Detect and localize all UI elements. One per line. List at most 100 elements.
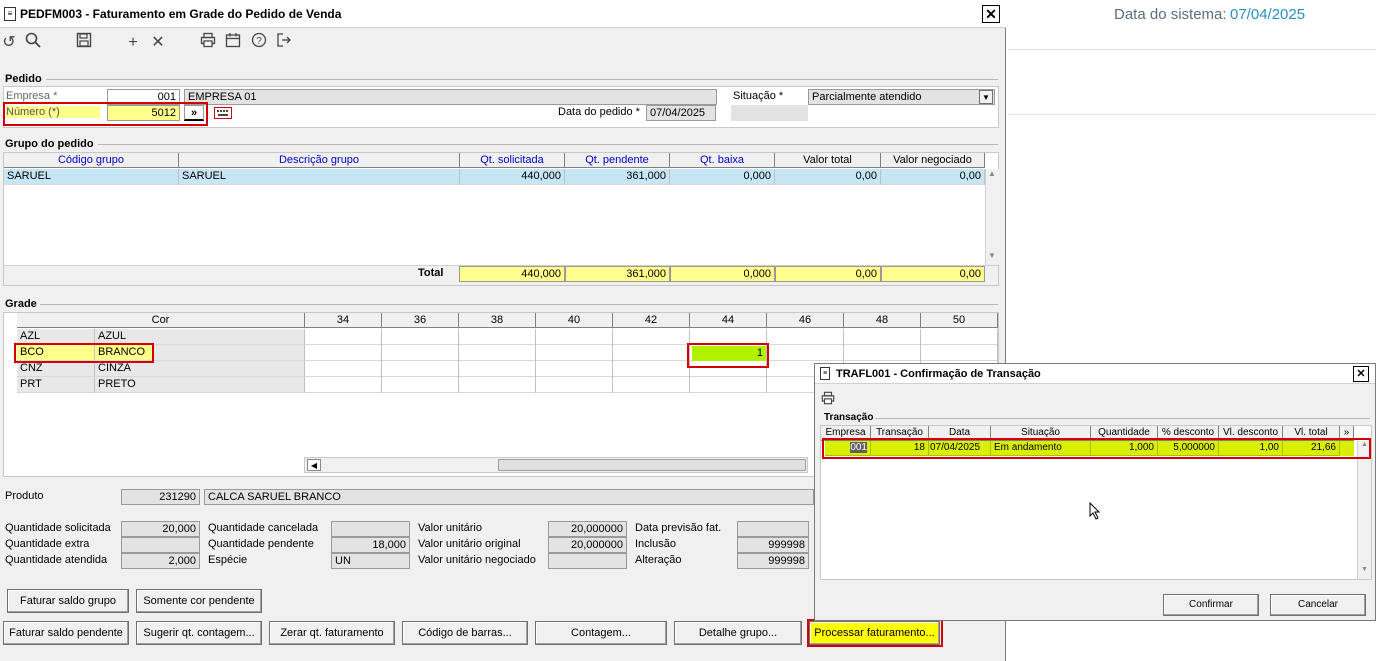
grupo-header-qt-baixa[interactable]: Qt. baixa (670, 153, 775, 168)
grade-header-size-50[interactable]: 50 (921, 313, 998, 328)
grupo-header-codigo[interactable]: Código grupo (4, 153, 179, 168)
situacao-select[interactable]: Parcialmente atendido (808, 89, 995, 105)
keyboard-icon[interactable] (214, 107, 232, 119)
somente-cor-pendente-button[interactable]: Somente cor pendente (136, 589, 262, 613)
total-qt-baixa: 0,000 (670, 266, 775, 282)
qt-solicitada-field: 20,000 (121, 521, 200, 537)
valor-original-label: Valor unitário original (418, 538, 521, 550)
confirmation-dialog: ≡ TRAFL001 - Confirmação de Transação ✕ … (814, 363, 1376, 621)
empresa-name-field: EMPRESA 01 (184, 89, 717, 105)
scroll-thumb[interactable] (498, 459, 806, 471)
grupo-cell-valor-negociado: 0,00 (881, 169, 985, 185)
alteracao-label: Alteração (635, 554, 682, 566)
grade-header-size-36[interactable]: 36 (382, 313, 459, 328)
grupo-header-valor-total[interactable]: Valor total (775, 153, 881, 168)
grade-header-size-48[interactable]: 48 (844, 313, 921, 328)
svg-text:?: ? (256, 36, 262, 47)
cancelar-button[interactable]: Cancelar (1270, 594, 1366, 616)
save-icon[interactable] (73, 32, 95, 54)
faturar-saldo-grupo-button[interactable]: Faturar saldo grupo (7, 589, 129, 613)
calendar-icon[interactable] (222, 32, 244, 54)
delete-icon[interactable]: ✕ (147, 32, 169, 54)
page-divider (1008, 114, 1376, 115)
grupo-cell-codigo: SARUEL (4, 169, 179, 185)
valor-negociado-field (548, 553, 627, 569)
confirmar-button[interactable]: Confirmar (1163, 594, 1259, 616)
dialog-title: TRAFL001 - Confirmação de Transação (836, 368, 1041, 380)
dialog-print-icon[interactable] (821, 391, 835, 408)
grade-cell-code: CNZ (17, 361, 95, 377)
print-icon[interactable] (197, 32, 219, 54)
grade-header-size-34[interactable]: 34 (305, 313, 382, 328)
grupo-cell-qt-solicitada: 440,000 (460, 169, 565, 185)
bco-highlight-box (14, 343, 154, 363)
help-icon[interactable]: ? (248, 32, 270, 54)
system-date-bar: Data do sistema: 07/04/2025 (1008, 0, 1376, 50)
grade-header-size-46[interactable]: 46 (767, 313, 844, 328)
grade-hscrollbar[interactable]: ◀ (304, 457, 808, 473)
alteracao-field: 999998 (737, 553, 809, 569)
close-button[interactable]: ✕ (982, 5, 1000, 23)
exit-icon[interactable] (273, 32, 295, 54)
grade-divider (40, 304, 998, 305)
transacao-row-highlight-box (822, 438, 1371, 459)
data-pedido-extra-field (731, 105, 808, 121)
grupo-scrollbar[interactable]: ▲ ▼ (985, 169, 999, 265)
grade-header-size-38[interactable]: 38 (459, 313, 536, 328)
grade-header-size-42[interactable]: 42 (613, 313, 690, 328)
toolbar: ↺ + ✕ ? (0, 30, 1006, 58)
system-date-label: Data do sistema: (1114, 6, 1227, 23)
grade-cell-name: PRETO (95, 377, 305, 393)
refresh-icon[interactable]: ↺ (0, 32, 20, 54)
grupo-cell-qt-baixa: 0,000 (670, 169, 775, 185)
produto-label: Produto (5, 490, 44, 502)
scroll-up-icon[interactable]: ▲ (988, 169, 996, 178)
transacao-scrollbar[interactable]: ▲ ▼ (1357, 441, 1371, 579)
grupo-header-valor-negociado[interactable]: Valor negociado (881, 153, 985, 168)
grupo-cell-valor-total: 0,00 (775, 169, 881, 185)
grade-cell-code: PRT (17, 377, 95, 393)
numero-field[interactable]: 5012 (107, 105, 180, 121)
window-title: PEDFM003 - Faturamento em Grade do Pedid… (20, 7, 342, 21)
sugerir-qt-button[interactable]: Sugerir qt. contagem... (136, 621, 262, 645)
add-icon[interactable]: + (122, 32, 144, 54)
qt-extra-field (121, 537, 200, 553)
codigo-barras-button[interactable]: Código de barras... (402, 621, 528, 645)
faturar-saldo-pendente-button[interactable]: Faturar saldo pendente (3, 621, 129, 645)
valor-original-field: 20,000000 (548, 537, 627, 553)
especie-label: Espécie (208, 554, 248, 566)
scroll-down-icon[interactable]: ▼ (988, 251, 996, 260)
title-bar: ≡ PEDFM003 - Faturamento em Grade do Ped… (0, 0, 1006, 28)
inclusao-field: 999998 (737, 537, 809, 553)
grupo-table-row[interactable]: SARUEL SARUEL 440,000 361,000 0,000 0,00… (4, 169, 985, 185)
grupo-table: Código grupo Descrição grupo Qt. solicit… (3, 152, 999, 286)
dialog-close-button[interactable]: ✕ (1353, 366, 1369, 382)
grupo-header-qt-pendente[interactable]: Qt. pendente (565, 153, 670, 168)
numero-search-button[interactable]: » (184, 105, 204, 121)
search-icon[interactable] (22, 32, 44, 54)
chevron-down-icon[interactable]: ▼ (979, 90, 993, 104)
grade-header-size-44[interactable]: 44 (690, 313, 767, 328)
grade-header-cor[interactable]: Cor (17, 313, 305, 328)
system-date-value: 07/04/2025 (1230, 6, 1306, 23)
close-icon: ✕ (1356, 368, 1366, 380)
qt-extra-label: Quantidade extra (5, 538, 90, 550)
qt-atendida-field: 2,000 (121, 553, 200, 569)
window-app-icon: ≡ (4, 7, 16, 21)
grupo-header-qt-solicitada[interactable]: Qt. solicitada (460, 153, 565, 168)
scroll-left-icon[interactable]: ◀ (307, 459, 321, 471)
detalhe-grupo-button[interactable]: Detalhe grupo... (674, 621, 802, 645)
numero-label: Número (*) (6, 106, 100, 118)
valor-unitario-field: 20,000000 (548, 521, 627, 537)
close-icon: ✕ (985, 6, 997, 22)
zerar-qt-button[interactable]: Zerar qt. faturamento (269, 621, 395, 645)
previsao-label: Data previsão fat. (635, 522, 722, 534)
produto-name-field: CALCA SARUEL BRANCO (204, 489, 814, 505)
grade-section-title: Grade (5, 298, 37, 310)
qt-solicitada-label: Quantidade solicitada (5, 522, 111, 534)
grade-header-size-40[interactable]: 40 (536, 313, 613, 328)
contagem-button[interactable]: Contagem... (535, 621, 667, 645)
scroll-down-icon[interactable]: ▼ (1361, 566, 1368, 573)
grupo-header-descricao[interactable]: Descrição grupo (179, 153, 460, 168)
grupo-cell-descricao: SARUEL (179, 169, 460, 185)
